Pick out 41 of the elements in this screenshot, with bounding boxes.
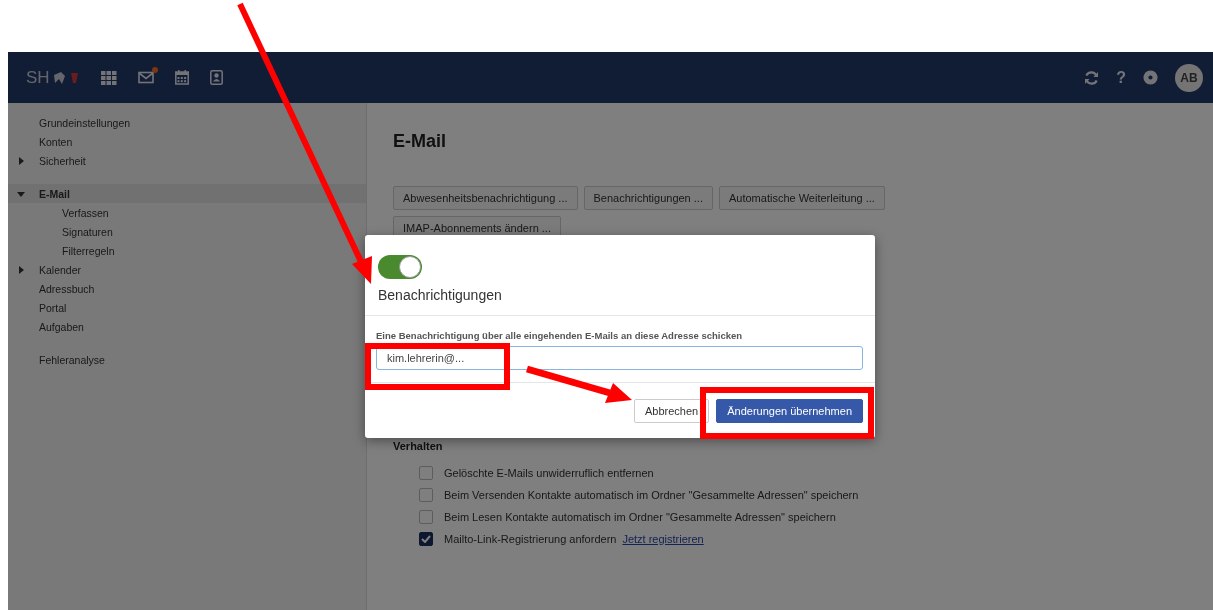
apply-button[interactable]: Änderungen übernehmen <box>716 398 863 423</box>
page-title: E-Mail <box>393 131 447 152</box>
contacts-icon[interactable] <box>209 70 223 85</box>
settings-button[interactable]: Abwesenheitsbenachrichtigung ... <box>393 186 578 210</box>
option-label: Mailto-Link-Registrierung anfordern <box>444 533 617 545</box>
email-input-field[interactable]: kim.lehrerin@... <box>376 346 863 370</box>
sidebar-item[interactable]: Fehleranalyse <box>8 350 366 369</box>
notification-dot <box>151 67 158 73</box>
sidebar-item[interactable]: Portal <box>8 298 366 317</box>
calendar-icon[interactable] <box>174 70 189 85</box>
dialog-title: Benachrichtigungen <box>378 287 503 303</box>
register-link[interactable]: Jetzt registrieren <box>622 533 704 545</box>
option-label: Beim Versenden Kontakte automatisch im Ordner "Gesammelte Adressen" speichern <box>444 489 859 501</box>
settings-button[interactable]: Automatische Weiterleitung ... <box>718 186 885 210</box>
logo[interactable]: SH <box>26 67 79 88</box>
checkbox[interactable] <box>419 510 433 524</box>
sidebar-item[interactable]: Sicherheit <box>8 151 366 170</box>
checkbox[interactable] <box>419 488 433 502</box>
sidebar-subitem[interactable]: Signaturen <box>8 222 366 241</box>
sidebar-item[interactable]: Adressbuch <box>8 279 366 298</box>
option-label: Gelöschte E-Mails unwiderruflich entfernen <box>444 467 654 479</box>
logo-text: SH <box>26 67 50 88</box>
user-avatar[interactable]: AB <box>1175 63 1203 92</box>
refresh-icon[interactable] <box>1084 70 1100 85</box>
sidebar-item[interactable]: Grundeinstellungen <box>8 113 366 132</box>
sidebar-subitem[interactable]: Verfassen <box>8 203 366 222</box>
sidebar-item[interactable]: E-Mail <box>8 184 366 203</box>
checkbox[interactable] <box>419 466 433 480</box>
settings-button[interactable]: Benachrichtigungen ... <box>583 186 713 210</box>
field-label: Eine Benachrichtigung über alle eingehenden E-Mails an diese Adresse schicken <box>376 330 744 341</box>
help-button[interactable]: ? <box>1116 68 1126 87</box>
apps-grid-icon[interactable] <box>100 70 117 85</box>
sidebar-subitem[interactable]: Filterregeln <box>8 241 366 260</box>
option-label: Beim Lesen Kontakte automatisch im Ordner "Gesammelte Adressen" speichern <box>444 511 836 523</box>
section-heading: Verhalten <box>393 440 444 452</box>
sidebar-item[interactable]: Aufgaben <box>8 317 366 336</box>
emblem-icon <box>52 70 79 85</box>
toggle-switch[interactable] <box>378 255 422 279</box>
cancel-button[interactable]: Abbrechen <box>634 398 710 423</box>
checkbox[interactable] <box>419 532 433 546</box>
sidebar-item[interactable]: Konten <box>8 132 366 151</box>
